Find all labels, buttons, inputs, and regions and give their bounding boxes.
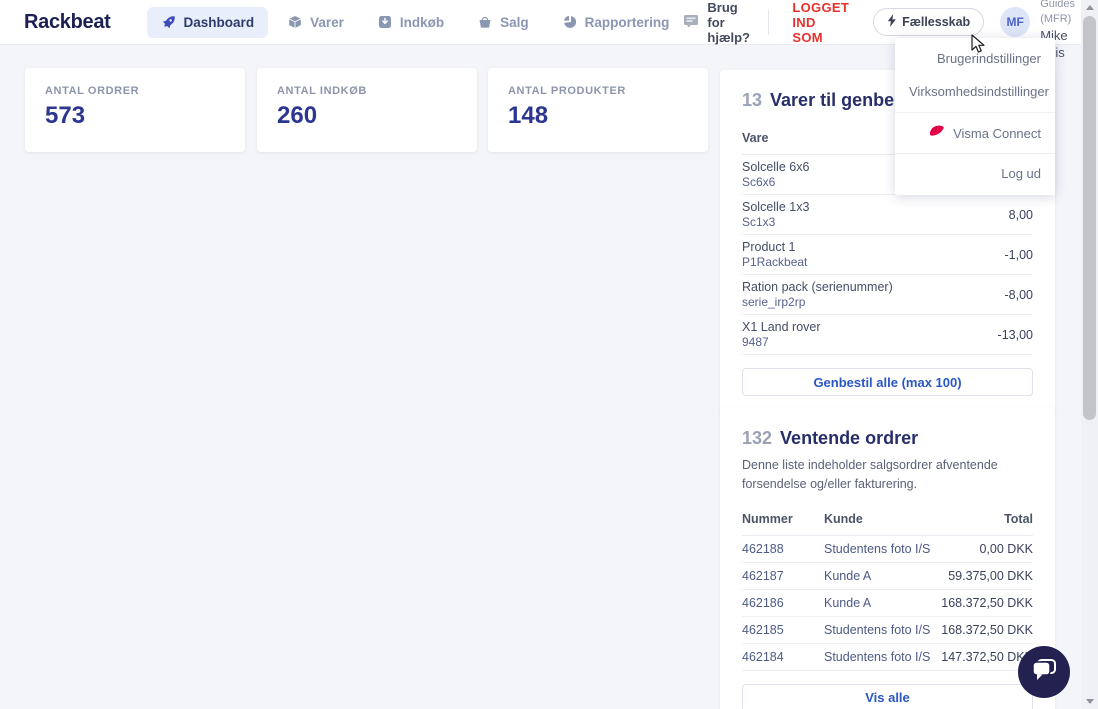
panel-title-text: Ventende ordrer bbox=[780, 428, 919, 448]
stat-label: ANTAL INDKØB bbox=[277, 85, 367, 97]
order-total: 168.372,50 DKK bbox=[941, 622, 1033, 637]
reorder-all-button[interactable]: Genbestil alle (max 100) bbox=[742, 368, 1033, 396]
stat-label: ANTAL ORDRER bbox=[45, 85, 140, 97]
help-button[interactable]: Brug for hjælp? bbox=[683, 0, 750, 45]
column-header-total: Total bbox=[1004, 511, 1033, 526]
scroll-up-arrow[interactable] bbox=[1081, 0, 1098, 15]
main-nav-tabs: Dashboard Varer Indkøb Salg Rapportering bbox=[146, 6, 684, 38]
product-name: Solcelle 1x3 bbox=[742, 200, 810, 214]
order-total: 168.372,50 DKK bbox=[941, 595, 1033, 610]
reorder-row[interactable]: Product 1 P1Rackbeat -1,00 bbox=[742, 235, 1033, 275]
pending-count: 132 bbox=[742, 428, 773, 448]
scrollbar-thumb[interactable] bbox=[1083, 16, 1096, 420]
chat-bubbles-icon bbox=[1030, 657, 1058, 688]
order-number[interactable]: 462184 bbox=[742, 650, 824, 664]
user-dropdown-menu: Brugerindstillinger Virksomhedsindstilli… bbox=[895, 38, 1055, 195]
pending-panel-description: Denne liste indeholder salgsordrer afven… bbox=[742, 458, 998, 491]
tab-label: Varer bbox=[310, 14, 344, 30]
order-customer: Kunde A bbox=[824, 568, 872, 583]
tab-dashboard[interactable]: Dashboard bbox=[146, 6, 269, 38]
orders-table-header: Nummer Kunde Total bbox=[742, 504, 1033, 536]
product-sku: serie_irp2rp bbox=[742, 295, 806, 309]
vertical-scrollbar[interactable] bbox=[1081, 0, 1098, 709]
column-header-vare: Vare bbox=[742, 131, 769, 145]
community-button[interactable]: Fællesskab bbox=[873, 8, 985, 36]
basket-icon bbox=[478, 15, 492, 29]
product-sku: P1Rackbeat bbox=[742, 255, 808, 269]
reorder-row[interactable]: X1 Land rover 9487 -13,00 bbox=[742, 315, 1033, 355]
stat-card-products: ANTAL PRODUKTER 148 bbox=[488, 68, 708, 152]
product-name: Product 1 bbox=[742, 240, 796, 254]
menu-item-label: Visma Connect bbox=[953, 125, 1041, 141]
order-number[interactable]: 462188 bbox=[742, 542, 824, 556]
product-name: Ration pack (serienummer) bbox=[742, 280, 893, 294]
product-qty: -13,00 bbox=[997, 327, 1033, 342]
rocket-icon bbox=[161, 15, 176, 30]
product-qty: -1,00 bbox=[1004, 247, 1034, 262]
menu-item-visma-connect[interactable]: Visma Connect bbox=[895, 112, 1055, 154]
order-number[interactable]: 462186 bbox=[742, 596, 824, 610]
menu-item-user-settings[interactable]: Brugerindstillinger bbox=[895, 42, 1055, 75]
pie-chart-icon bbox=[563, 15, 577, 29]
order-row[interactable]: 462187 Kunde A 59.375,00 DKK bbox=[742, 563, 1033, 590]
product-sku: Sc6x6 bbox=[742, 175, 776, 189]
stat-value: 148 bbox=[508, 102, 549, 129]
order-row[interactable]: 462184 Studentens foto I/S 147.372,50 DK… bbox=[742, 644, 1033, 671]
visma-logo-icon bbox=[929, 125, 945, 141]
product-sku: 9487 bbox=[742, 335, 769, 349]
column-header-customer: Kunde bbox=[824, 511, 863, 526]
tab-label: Rapportering bbox=[584, 14, 670, 30]
pending-orders-panel: 132 Ventende ordrer Denne liste indehold… bbox=[720, 408, 1055, 709]
cube-icon bbox=[288, 15, 302, 29]
tab-rapportering[interactable]: Rapportering bbox=[549, 7, 684, 38]
chat-square-icon bbox=[683, 14, 699, 31]
tab-varer[interactable]: Varer bbox=[274, 7, 358, 38]
reorder-count: 13 bbox=[742, 90, 763, 110]
lightning-bolt-icon bbox=[887, 14, 897, 30]
user-avatar[interactable]: MF bbox=[1000, 7, 1031, 37]
order-number[interactable]: 462185 bbox=[742, 623, 824, 637]
order-customer: Studentens foto I/S bbox=[824, 541, 931, 556]
chat-launcher-button[interactable] bbox=[1018, 646, 1070, 698]
order-total: 59.375,00 DKK bbox=[948, 568, 1033, 583]
order-row[interactable]: 462186 Kunde A 168.372,50 DKK bbox=[742, 590, 1033, 617]
stat-label: ANTAL PRODUKTER bbox=[508, 85, 626, 97]
reorder-row[interactable]: Ration pack (serienummer) serie_irp2rp -… bbox=[742, 275, 1033, 315]
tab-indkob[interactable]: Indkøb bbox=[364, 7, 458, 38]
pending-panel-title: 132 Ventende ordrer bbox=[742, 428, 1033, 449]
stat-card-orders: ANTAL ORDRER 573 bbox=[25, 68, 245, 152]
order-row[interactable]: 462188 Studentens foto I/S 0,00 DKK bbox=[742, 536, 1033, 563]
help-label: Brug for hjælp? bbox=[707, 0, 750, 45]
stat-value: 260 bbox=[277, 102, 318, 129]
scroll-down-arrow[interactable] bbox=[1081, 694, 1098, 709]
order-customer: Kunde A bbox=[824, 595, 872, 610]
order-customer: Studentens foto I/S bbox=[824, 622, 931, 637]
order-row[interactable]: 462185 Studentens foto I/S 168.372,50 DK… bbox=[742, 617, 1033, 644]
stat-value: 573 bbox=[45, 102, 86, 129]
product-sku: Sc1x3 bbox=[742, 215, 776, 229]
product-name: X1 Land rover bbox=[742, 320, 821, 334]
tab-label: Indkøb bbox=[399, 14, 445, 30]
show-all-button[interactable]: Vis alle bbox=[742, 683, 1033, 709]
tab-salg[interactable]: Salg bbox=[464, 7, 543, 38]
stat-card-purchases: ANTAL INDKØB 260 bbox=[257, 68, 477, 152]
product-name: Solcelle 6x6 bbox=[742, 160, 810, 174]
community-label: Fællesskab bbox=[902, 15, 971, 29]
product-qty: -8,00 bbox=[1004, 287, 1034, 302]
rackbeat-logo[interactable]: Rackbeat bbox=[24, 11, 111, 34]
order-customer: Studentens foto I/S bbox=[824, 649, 931, 664]
menu-item-company-settings[interactable]: Virksomhedsindstillinger bbox=[895, 75, 1055, 108]
tab-label: Salg bbox=[500, 14, 529, 30]
menu-item-logout[interactable]: Log ud bbox=[895, 154, 1055, 191]
order-total: 0,00 DKK bbox=[979, 541, 1033, 556]
download-box-icon bbox=[378, 15, 392, 29]
tab-label: Dashboard bbox=[183, 14, 255, 30]
product-qty: 8,00 bbox=[1008, 207, 1033, 222]
order-number[interactable]: 462187 bbox=[742, 569, 824, 583]
logged-in-as-badge: LOGGET IND SOM bbox=[792, 0, 850, 45]
column-header-number: Nummer bbox=[742, 511, 793, 526]
reorder-row[interactable]: Solcelle 1x3 Sc1x3 8,00 bbox=[742, 195, 1033, 235]
